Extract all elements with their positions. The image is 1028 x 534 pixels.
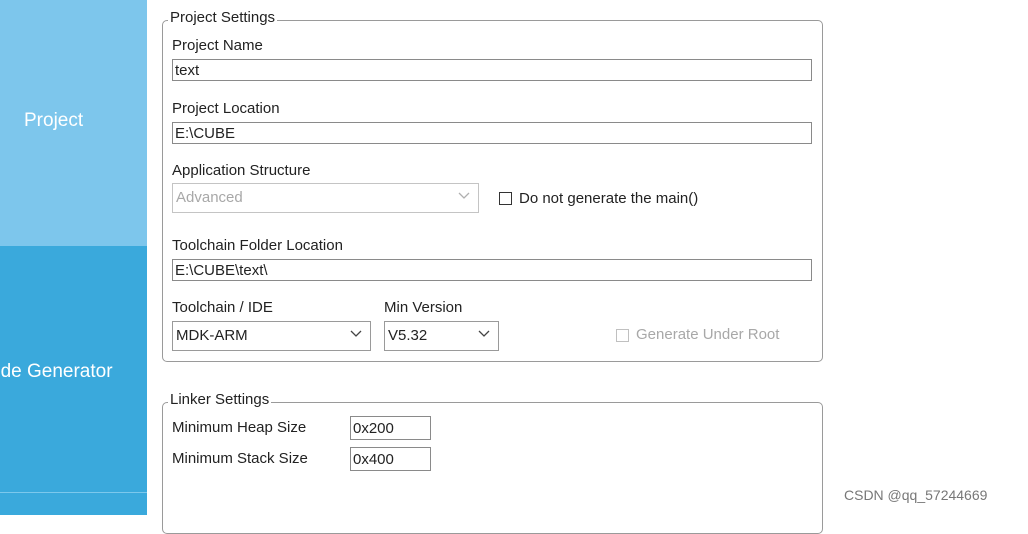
toolchain-ide-select[interactable]: MDK-ARM	[172, 321, 371, 351]
chevron-down-icon	[478, 330, 490, 337]
sidebar-tab-code-generator[interactable]: ode Generator	[0, 246, 147, 492]
toolchain-ide-value: MDK-ARM	[176, 327, 248, 344]
min-heap-size-label: Minimum Heap Size	[172, 419, 307, 436]
min-version-value: V5.32	[388, 327, 428, 344]
min-stack-size-input[interactable]	[350, 447, 431, 471]
project-location-input[interactable]	[172, 122, 812, 144]
project-location-label: Project Location	[172, 100, 280, 117]
application-structure-select: Advanced	[172, 183, 479, 213]
chevron-down-icon	[458, 192, 470, 199]
min-version-label: Min Version	[384, 299, 463, 316]
application-structure-value: Advanced	[176, 189, 243, 206]
generate-under-root-checkbox	[616, 329, 629, 342]
sidebar-tab-project[interactable]: Project	[0, 0, 147, 246]
sidebar: Project ode Generator	[0, 0, 147, 515]
sidebar-tab-next[interactable]	[0, 492, 147, 515]
toolchain-folder-input[interactable]	[172, 259, 812, 281]
project-settings-title: Project Settings	[168, 9, 278, 26]
do-not-generate-main-label: Do not generate the main()	[519, 190, 699, 207]
toolchain-ide-label: Toolchain / IDE	[172, 299, 273, 316]
linker-settings-title: Linker Settings	[168, 391, 272, 408]
project-name-label: Project Name	[172, 37, 263, 54]
min-heap-size-input[interactable]	[350, 416, 431, 440]
toolchain-folder-label: Toolchain Folder Location	[172, 237, 343, 254]
min-stack-size-label: Minimum Stack Size	[172, 450, 308, 467]
min-version-select[interactable]: V5.32	[384, 321, 499, 351]
do-not-generate-main-checkbox[interactable]	[499, 192, 512, 205]
watermark: CSDN @qq_57244669	[844, 487, 988, 503]
project-name-input[interactable]	[172, 59, 812, 81]
application-structure-label: Application Structure	[172, 162, 311, 179]
sidebar-tab-code-generator-label: ode Generator	[0, 361, 113, 382]
chevron-down-icon	[350, 330, 362, 337]
sidebar-tab-project-label: Project	[24, 110, 84, 131]
generate-under-root-label: Generate Under Root	[636, 326, 780, 343]
